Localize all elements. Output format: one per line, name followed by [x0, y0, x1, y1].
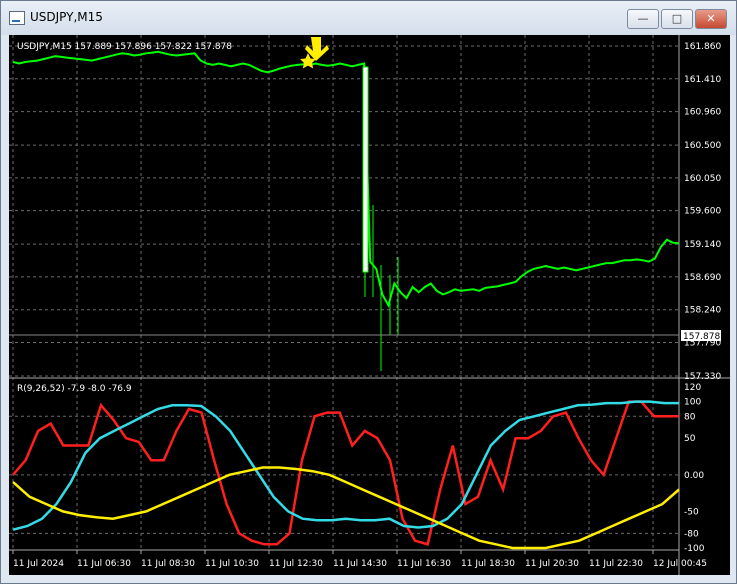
- time-tick-label: 12 Jul 00:45: [653, 559, 707, 569]
- grid: [9, 35, 679, 550]
- time-tick-label: 11 Jul 20:30: [525, 559, 579, 569]
- indicator-tick-label: -100: [684, 544, 705, 554]
- indicator-tick-label: 120: [684, 383, 701, 393]
- window-title: USDJPY,M15: [30, 10, 103, 24]
- indicator-tick-label: 100: [684, 398, 701, 408]
- indicator-tick-label: 80: [684, 412, 696, 422]
- time-tick-label: 11 Jul 16:30: [397, 559, 451, 569]
- price-tick-label: 160.960: [684, 108, 721, 118]
- indicator-tick-label: -50: [684, 507, 699, 517]
- price-tick-label: 159.140: [684, 240, 721, 250]
- time-tick-label: 11 Jul 10:30: [205, 559, 259, 569]
- time-tick-label: 11 Jul 06:30: [77, 559, 131, 569]
- indicator-tick-label: -80: [684, 529, 699, 539]
- price-tick-label: 161.410: [684, 75, 721, 85]
- indicator-axis: 120 100 80 50 0.00 -50 -80 -100: [684, 383, 705, 554]
- indicator-red-line: [12, 400, 679, 546]
- price-tick-label: 160.050: [684, 174, 721, 184]
- indicator-tick-label: 50: [684, 434, 696, 444]
- indicator-tick-label: 0.00: [684, 471, 704, 481]
- maximize-button[interactable]: □: [661, 9, 693, 29]
- price-tick-label: 161.860: [684, 42, 721, 52]
- indicator-panel-header: R(9,26,52) -7.9 -8.0 -76.9: [17, 384, 132, 394]
- price-tick-label: 160.500: [684, 141, 721, 151]
- close-button[interactable]: ✕: [695, 9, 727, 29]
- time-axis: 11 Jul 2024 11 Jul 06:30 11 Jul 08:30 11 Ju…: [12, 550, 707, 569]
- time-tick-label: 11 Jul 22:30: [589, 559, 643, 569]
- price-tick-label: 158.690: [684, 273, 721, 283]
- price-series-line: [12, 50, 680, 308]
- time-tick-label: 11 Jul 2024: [13, 559, 64, 569]
- indicator-yellow-line: [12, 466, 680, 550]
- chart-window-icon: [9, 11, 25, 25]
- large-bearish-candle: [362, 66, 369, 273]
- time-tick-label: 11 Jul 08:30: [141, 559, 195, 569]
- price-panel-header: USDJPY,M15 157.889 157.896 157.822 157.8…: [17, 42, 232, 52]
- time-tick-label: 11 Jul 18:30: [461, 559, 515, 569]
- price-tick-label: 159.600: [684, 207, 721, 217]
- price-tick-label: 157.330: [684, 372, 721, 382]
- chart-area[interactable]: 161.860 161.410 160.960 160.500 160.050 159.6…: [9, 35, 730, 575]
- price-tick-label: 158.240: [684, 306, 721, 316]
- minimize-button[interactable]: —: [627, 9, 659, 29]
- chart-canvas[interactable]: 161.860 161.410 160.960 160.500 160.050 159.6…: [9, 35, 730, 575]
- time-tick-label: 11 Jul 12:30: [269, 559, 323, 569]
- time-tick-label: 11 Jul 14:30: [333, 559, 387, 569]
- chart-window: USDJPY,M15 — □ ✕ 161.860 161.410 160.960 16…: [0, 0, 737, 584]
- title-bar[interactable]: USDJPY,M15 — □ ✕: [1, 1, 736, 35]
- current-price-label: 157.878: [683, 332, 720, 342]
